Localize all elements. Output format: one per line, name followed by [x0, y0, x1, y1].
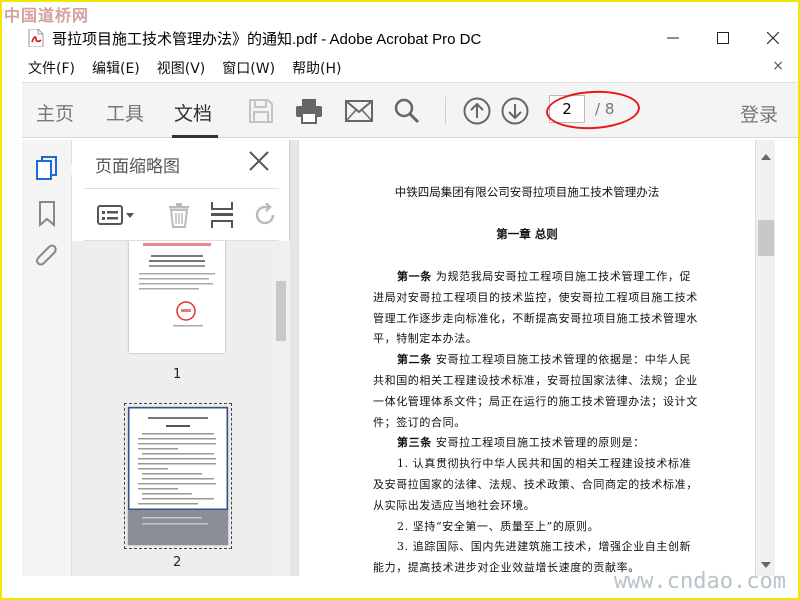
options-menu-icon: [97, 205, 134, 225]
close-icon: [767, 32, 779, 44]
document-line: 平，特制定本办法。: [373, 332, 478, 346]
document-chapter-heading: 第一章 总则: [496, 227, 558, 241]
close-icon: [249, 151, 269, 171]
attachment-icon: [36, 244, 57, 266]
insert-pages-button[interactable]: [209, 198, 235, 232]
document-line: 1. 认真贯彻执行中华人民共和国的相关工程建设技术标准: [397, 457, 692, 471]
thumbnail-label: 1: [173, 367, 182, 382]
pdf-file-icon: [28, 28, 44, 48]
email-button[interactable]: [344, 96, 374, 126]
document-line: 2. 坚持“安全第一、质量至上”的原则。: [397, 519, 600, 533]
delete-pages-button[interactable]: [166, 198, 192, 232]
bookmark-icon: [39, 201, 55, 227]
window-title: 哥拉项目施工技术管理办法》的通知.pdf - Adobe Acrobat Pro…: [52, 30, 482, 48]
panel-scrollbar-thumb[interactable]: [276, 281, 286, 341]
toolbar: 主页 工具 文档 2 / 8 登录: [22, 82, 798, 138]
panel-title: 页面缩略图: [95, 157, 180, 177]
page-2-preview: [128, 407, 228, 545]
maximize-button[interactable]: [698, 22, 748, 54]
page-up-icon: [463, 97, 491, 125]
scroll-down-arrow[interactable]: [761, 562, 771, 568]
insert-pages-icon: [211, 202, 233, 228]
panel-scrollbar[interactable]: [272, 241, 290, 576]
tab-tools[interactable]: 工具: [106, 99, 144, 126]
search-button[interactable]: [392, 96, 422, 126]
toolbar-separator: [445, 97, 446, 125]
menu-edit[interactable]: 编辑(E): [92, 58, 140, 78]
email-icon: [345, 100, 373, 122]
document-line: 第三条 安哥拉工程项目施工技术管理的原则是：: [397, 436, 645, 450]
page-1-preview: [139, 243, 215, 327]
tab-home[interactable]: 主页: [36, 99, 74, 126]
thumbnail-label: 2: [173, 555, 182, 570]
print-button[interactable]: [294, 96, 324, 126]
document-line: 及安哥拉国家的法律、法规、技术政策、合同商定的技术标准，: [373, 478, 698, 491]
document-view: 中铁四局集团有限公司安哥拉项目施工技术管理办法 第一章 总则 第一条 为规范我局…: [298, 140, 754, 576]
rotate-pages-button[interactable]: [252, 198, 278, 232]
delete-icon: [169, 203, 189, 228]
watermark-bottom: www.cndao.com: [613, 569, 786, 594]
thumbnails-list: 1 2: [72, 241, 272, 576]
document-line: 第一条 为规范我局安哥拉工程项目施工技术管理工作，促: [397, 270, 692, 283]
document-line: 3. 追踪国际、国内先进建筑施工技术，增强企业自主创新: [397, 540, 692, 554]
document-title: 中铁四局集团有限公司安哥拉项目施工技术管理办法: [394, 185, 660, 199]
next-page-button[interactable]: [500, 96, 530, 126]
login-link[interactable]: 登录: [740, 100, 778, 127]
panel-splitter[interactable]: [290, 140, 298, 576]
thumbnails-panel: 页面缩略图 1 2: [72, 140, 290, 576]
active-tab-indicator: [172, 135, 218, 138]
menu-window[interactable]: 窗口(W): [222, 58, 275, 78]
page-down-icon: [501, 97, 529, 125]
document-line: 管理工作逐步走向标准化，不断提高安哥拉项目施工技术管理水: [373, 311, 698, 325]
document-line: 第二条 安哥拉工程项目施工技术管理的依据是：中华人民: [397, 353, 692, 367]
tab-document[interactable]: 文档: [174, 99, 212, 126]
document-line: 件；签订的合同。: [373, 415, 466, 429]
document-scrollbar-thumb[interactable]: [758, 220, 774, 256]
menu-file[interactable]: 文件(F): [28, 58, 75, 78]
rail-page-thumbnails[interactable]: [33, 154, 61, 182]
menu-view[interactable]: 视图(V): [157, 58, 206, 78]
page-thumbnails-icon: [36, 156, 57, 180]
minimize-button[interactable]: [648, 22, 698, 54]
minimize-icon: [667, 37, 679, 39]
maximize-icon: [717, 32, 729, 44]
menu-bar: 文件(F) 编辑(E) 视图(V) 窗口(W) 帮助(H) ×: [2, 56, 798, 80]
save-icon: [249, 99, 273, 123]
menu-help[interactable]: 帮助(H): [292, 58, 341, 78]
search-icon: [394, 98, 420, 124]
document-line: 进局对安哥拉工程项目的技术监控，使安哥拉工程项目施工技术: [373, 290, 698, 304]
rotate-icon: [255, 203, 275, 225]
close-window-button[interactable]: [748, 22, 798, 54]
save-button[interactable]: [246, 96, 276, 126]
thumbnail-page-1[interactable]: [129, 241, 225, 353]
document-scrollbar[interactable]: [755, 140, 775, 576]
panel-options-button[interactable]: [96, 198, 136, 232]
document-line: 能力，提高技术进步对企业效益增长速度的贡献率。: [373, 561, 640, 575]
left-rail: [22, 140, 77, 576]
close-document-button[interactable]: ×: [772, 58, 784, 74]
print-icon: [296, 99, 322, 124]
panel-divider: [84, 188, 279, 189]
title-bar: 哥拉项目施工技术管理办法》的通知.pdf - Adobe Acrobat Pro…: [2, 22, 798, 54]
rail-attachments[interactable]: [33, 242, 61, 270]
article-number: 第一条: [397, 270, 432, 283]
rail-bookmarks[interactable]: [33, 200, 61, 228]
previous-page-button[interactable]: [462, 96, 492, 126]
scroll-up-arrow[interactable]: [761, 154, 771, 160]
document-line: 一体化管理体系文件；局正在运行的施工技术管理办法；设计文: [373, 394, 698, 408]
article-number: 第二条: [397, 353, 432, 367]
thumbnail-page-2[interactable]: [128, 407, 228, 545]
document-line: 共和国的相关工程建设技术标准，安哥拉国家法律、法规；企业: [373, 374, 698, 387]
panel-close-button[interactable]: [248, 150, 272, 174]
document-line: 从实际出发适应当地社会环境。: [373, 498, 536, 512]
article-number: 第三条: [397, 436, 432, 450]
